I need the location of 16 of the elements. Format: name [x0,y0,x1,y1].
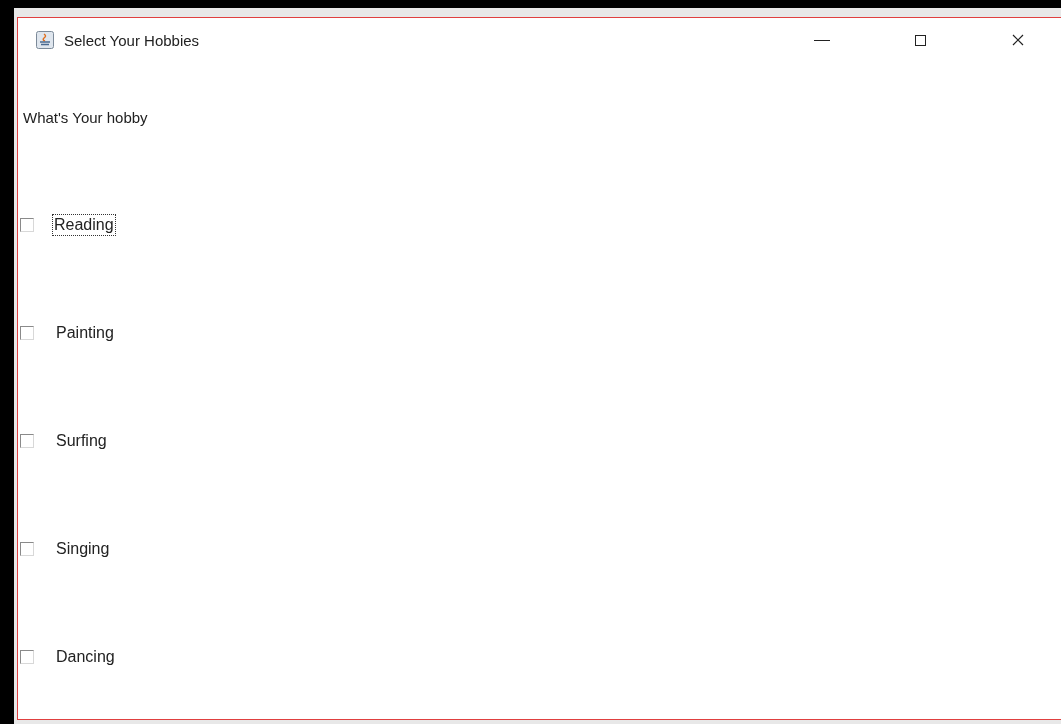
checkbox-label[interactable]: Reading [52,214,116,236]
checkbox-label[interactable]: Singing [54,538,112,560]
window-title: Select Your Hobbies [64,31,200,49]
checkbox[interactable] [20,542,34,556]
checkbox-label[interactable]: Painting [54,322,116,344]
checkbox[interactable] [20,650,34,664]
checkbox[interactable] [20,434,34,448]
checkbox[interactable] [20,218,34,232]
checkbox[interactable] [20,326,34,340]
maximize-icon [912,32,928,48]
close-icon [1010,32,1026,48]
minimize-icon [814,39,830,41]
checkbox-label[interactable]: Surfing [54,430,109,452]
app-icon [36,31,54,49]
checkbox-label[interactable]: Dancing [54,646,117,668]
prompt-label: What's Your hobby [23,109,148,126]
